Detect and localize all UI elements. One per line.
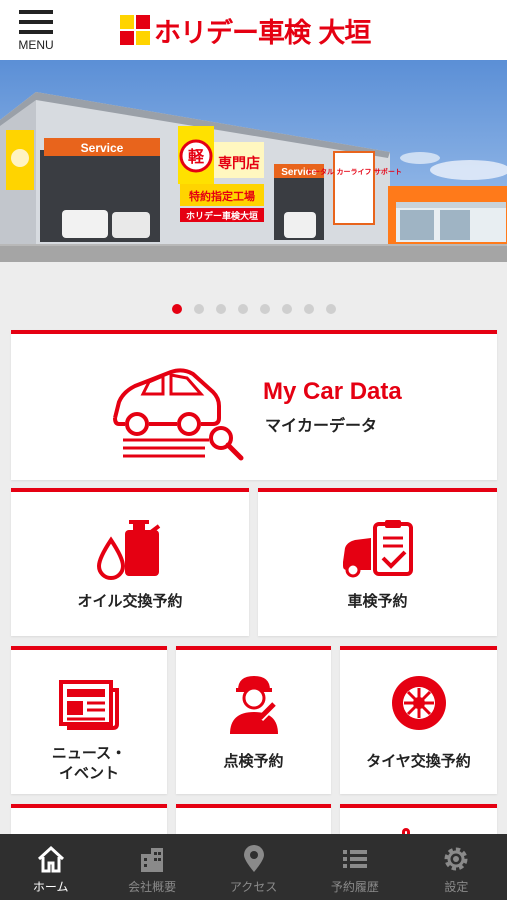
tab-reservation-history-label: 予約履歴 — [330, 880, 379, 894]
tab-settings-label: 設定 — [444, 880, 469, 894]
carousel-dot[interactable] — [260, 304, 270, 314]
carousel-dot[interactable] — [238, 304, 248, 314]
svg-text:トータル カーライフ サポート: トータル カーライフ サポート — [306, 167, 402, 176]
news-label-line2: イベント — [58, 763, 119, 782]
carousel-dot[interactable] — [194, 304, 204, 314]
gear-icon — [444, 847, 468, 871]
news-label-line1: ニュース・ — [51, 744, 127, 762]
svg-text:専門店: 専門店 — [218, 155, 260, 172]
tab-access[interactable]: アクセス — [203, 834, 304, 900]
oil-change-reservation-tile[interactable]: オイル交換予約 — [11, 488, 249, 636]
tab-reservation-history[interactable]: 予約履歴 — [304, 834, 405, 900]
map-pin-icon — [243, 845, 264, 872]
tab-access-label: アクセス — [229, 880, 278, 894]
hamburger-icon — [12, 10, 60, 34]
menu-button[interactable]: MENU — [12, 10, 60, 54]
building-icon — [141, 848, 164, 872]
tire-change-label: タイヤ交換予約 — [366, 752, 471, 770]
logo-mark-icon — [120, 15, 150, 45]
svg-text:ホリデー車検大垣: ホリデー車検大垣 — [186, 210, 258, 222]
carousel-pagination — [172, 304, 336, 314]
tire-icon — [392, 676, 446, 730]
oil-drop-icon — [96, 520, 161, 580]
logo-text: ホリデー車検 大垣 — [154, 17, 371, 49]
news-label: ニュース・ イベント — [11, 744, 167, 783]
tab-company-label: 会社概要 — [128, 880, 177, 894]
car-search-icon — [113, 368, 244, 461]
carousel-dot[interactable] — [326, 304, 336, 314]
newspaper-icon — [59, 680, 119, 730]
shaken-label: 車検予約 — [347, 592, 408, 610]
inspection-reservation-tile[interactable]: 点検予約 — [176, 646, 331, 794]
shop-building-photo: Service Service 軽 専門店 特約指定工場 ホリデー車検大垣 トー… — [0, 60, 507, 262]
svg-text:Service: Service — [81, 141, 124, 155]
tab-home-label: ホーム — [32, 880, 69, 894]
list-icon — [342, 850, 367, 868]
oil-change-label: オイル交換予約 — [77, 592, 183, 610]
shaken-reservation-tile[interactable]: 車検予約 — [258, 488, 497, 636]
mechanic-icon — [230, 676, 282, 734]
my-car-data-subtitle: マイカーデータ — [265, 416, 378, 435]
tab-home[interactable]: ホーム — [0, 834, 101, 900]
menu-label: MENU — [18, 38, 54, 52]
tab-settings[interactable]: 設定 — [406, 834, 507, 900]
news-events-tile[interactable]: ニュース・ イベント — [11, 646, 167, 794]
tab-company[interactable]: 会社概要 — [101, 834, 202, 900]
carousel-dot[interactable] — [304, 304, 314, 314]
tire-change-reservation-tile[interactable]: タイヤ交換予約 — [340, 646, 497, 794]
carousel-dot[interactable] — [172, 304, 182, 314]
carousel-dot[interactable] — [282, 304, 292, 314]
svg-text:軽: 軽 — [188, 147, 205, 166]
car-checklist-icon — [343, 520, 413, 578]
my-car-data-title: My Car Data — [263, 378, 402, 405]
svg-text:特約指定工場: 特約指定工場 — [189, 189, 255, 203]
my-car-data-tile[interactable]: My Car Data マイカーデータ — [11, 330, 497, 480]
app-header: MENU ホリデー車検 大垣 — [0, 0, 507, 60]
brand-logo[interactable]: ホリデー車検 大垣 — [120, 14, 371, 49]
inspection-label: 点検予約 — [223, 752, 284, 770]
home-icon — [37, 845, 64, 873]
hero-slide-image[interactable]: Service Service 軽 専門店 特約指定工場 ホリデー車検大垣 トー… — [0, 60, 507, 262]
carousel-dot[interactable] — [216, 304, 226, 314]
bottom-tab-bar: ホーム 会社概要 アクセス 予約履歴 設定 — [0, 834, 507, 900]
